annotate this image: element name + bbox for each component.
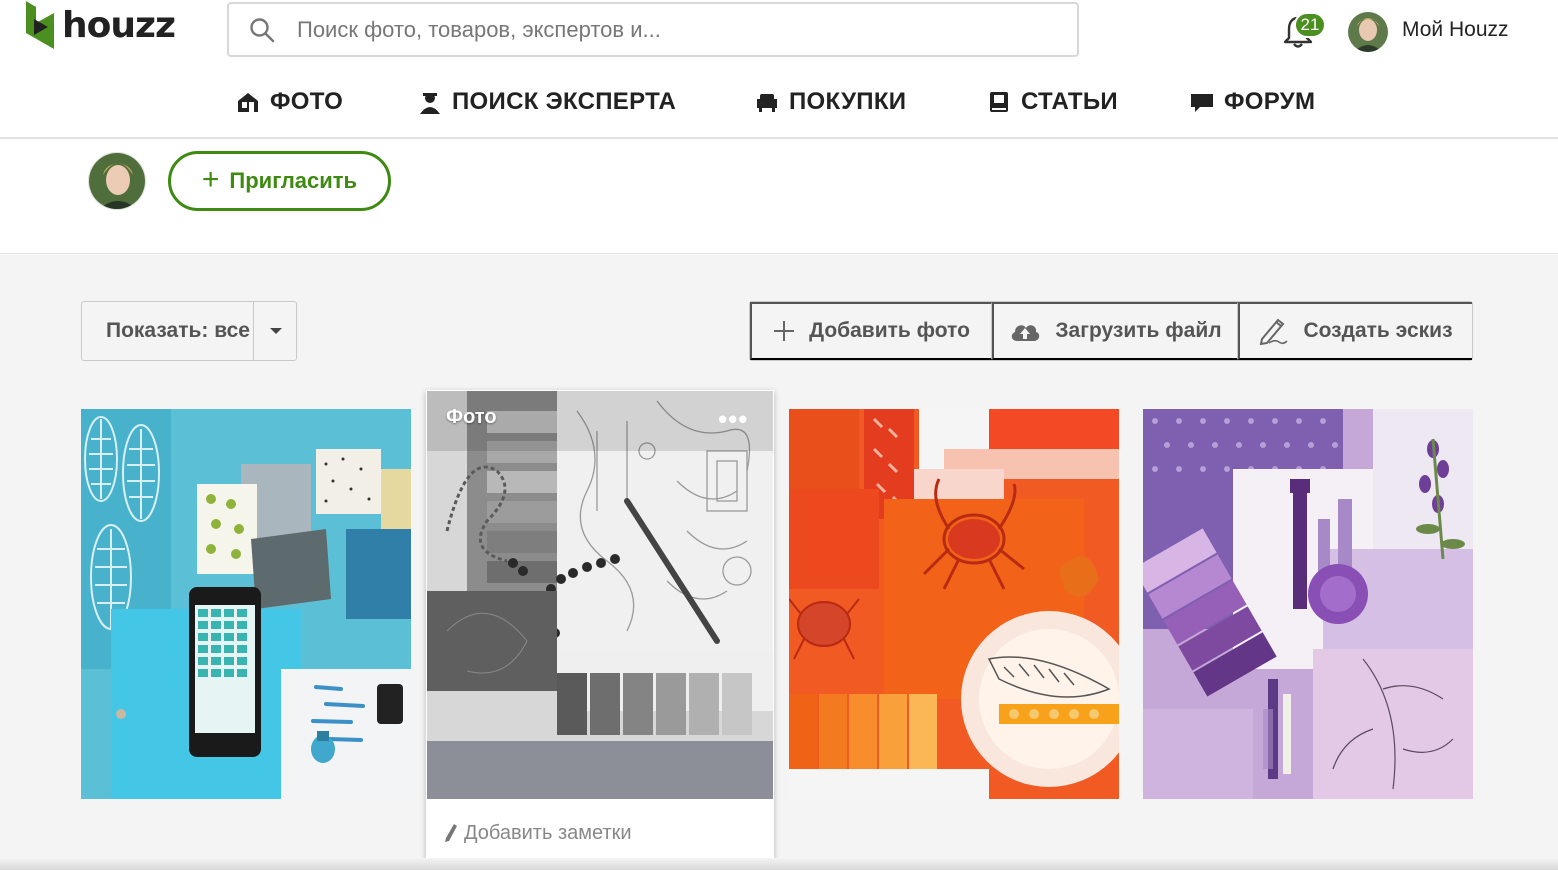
top-bar: houzz 21 Мой Houzz [0, 0, 1558, 62]
my-houzz-link[interactable]: Мой Houzz [1402, 18, 1509, 42]
page-bottom-shadow [0, 858, 1558, 870]
avatar-image [89, 153, 145, 209]
house-icon [238, 93, 258, 112]
nav-label: ФОРУМ [1224, 88, 1316, 115]
search-input[interactable] [297, 16, 1057, 43]
photo-thumbnail [1143, 409, 1473, 799]
photo-thumbnail [789, 409, 1119, 799]
nav-item-photos[interactable]: ФОТО [236, 88, 343, 116]
nav-label: СТАТЬИ [1021, 88, 1118, 115]
add-photo-label: Добавить фото [809, 319, 970, 342]
upload-file-button[interactable]: Загрузить файл [992, 302, 1238, 360]
avatar-image [1348, 12, 1388, 52]
ideabook-card-purple[interactable] [1143, 409, 1473, 799]
armchair-icon [757, 94, 777, 112]
ideabook-card-blue[interactable] [81, 409, 411, 799]
cloud-upload-icon [1012, 325, 1040, 341]
add-notes-button[interactable]: Добавить заметки [428, 806, 772, 860]
invite-button[interactable]: + Пригласить [168, 151, 391, 211]
avatar[interactable] [1348, 12, 1388, 52]
card-type-label: Фото [446, 406, 497, 428]
photo-thumbnail-gray[interactable] [427, 391, 773, 799]
chat-icon [1191, 94, 1213, 112]
invite-label: Пригласить [229, 168, 358, 193]
nav-item-articles[interactable]: СТАТЬИ [987, 88, 1118, 116]
nav-item-shopping[interactable]: ПОКУПКИ [755, 88, 906, 116]
add-notes-label: Добавить заметки [464, 821, 632, 844]
create-sketch-button[interactable]: Создать эскиз [1238, 302, 1472, 360]
nav-label: ФОТО [270, 88, 344, 115]
add-photo-button[interactable]: Добавить фото [750, 302, 992, 360]
nav-label: ПОКУПКИ [789, 88, 907, 115]
plus-icon [774, 321, 795, 341]
more-options-icon[interactable]: ••• [718, 404, 748, 435]
search-bar[interactable] [227, 2, 1079, 57]
action-button-group: Добавить фото Загрузить файл Создать эск… [749, 301, 1473, 361]
nav-item-forum[interactable]: ФОРУМ [1190, 88, 1315, 116]
collaborator-avatar[interactable] [88, 152, 146, 210]
photo-thumbnail [427, 391, 773, 799]
photo-thumbnail [81, 409, 411, 799]
upload-file-label: Загрузить файл [1055, 319, 1222, 342]
plus-icon: + [201, 162, 220, 196]
pencil-icon [1260, 318, 1289, 345]
logo-text: houzz [62, 4, 176, 46]
main-nav: ФОТО ПОИСК ЭКСПЕРТА ПОКУПКИ СТАТЬИ ФОРУМ [0, 78, 1558, 128]
filter-label: Показать: все [106, 319, 250, 342]
search-icon [250, 17, 275, 42]
create-sketch-label: Создать эскиз [1303, 319, 1453, 342]
houzz-logo-icon [26, 1, 54, 49]
book-icon [990, 92, 1008, 112]
houzz-logo[interactable]: houzz [26, 0, 176, 50]
pencil-icon [445, 824, 457, 842]
chevron-down-icon [253, 302, 297, 360]
nav-label: ПОИСК ЭКСПЕРТА [452, 88, 677, 115]
ideabook-card-orange[interactable] [789, 409, 1119, 799]
filter-dropdown[interactable]: Показать: все [81, 301, 297, 361]
notification-badge[interactable]: 21 [1294, 12, 1326, 38]
expert-icon [420, 93, 440, 114]
nav-item-find-expert[interactable]: ПОИСК ЭКСПЕРТА [418, 88, 676, 116]
